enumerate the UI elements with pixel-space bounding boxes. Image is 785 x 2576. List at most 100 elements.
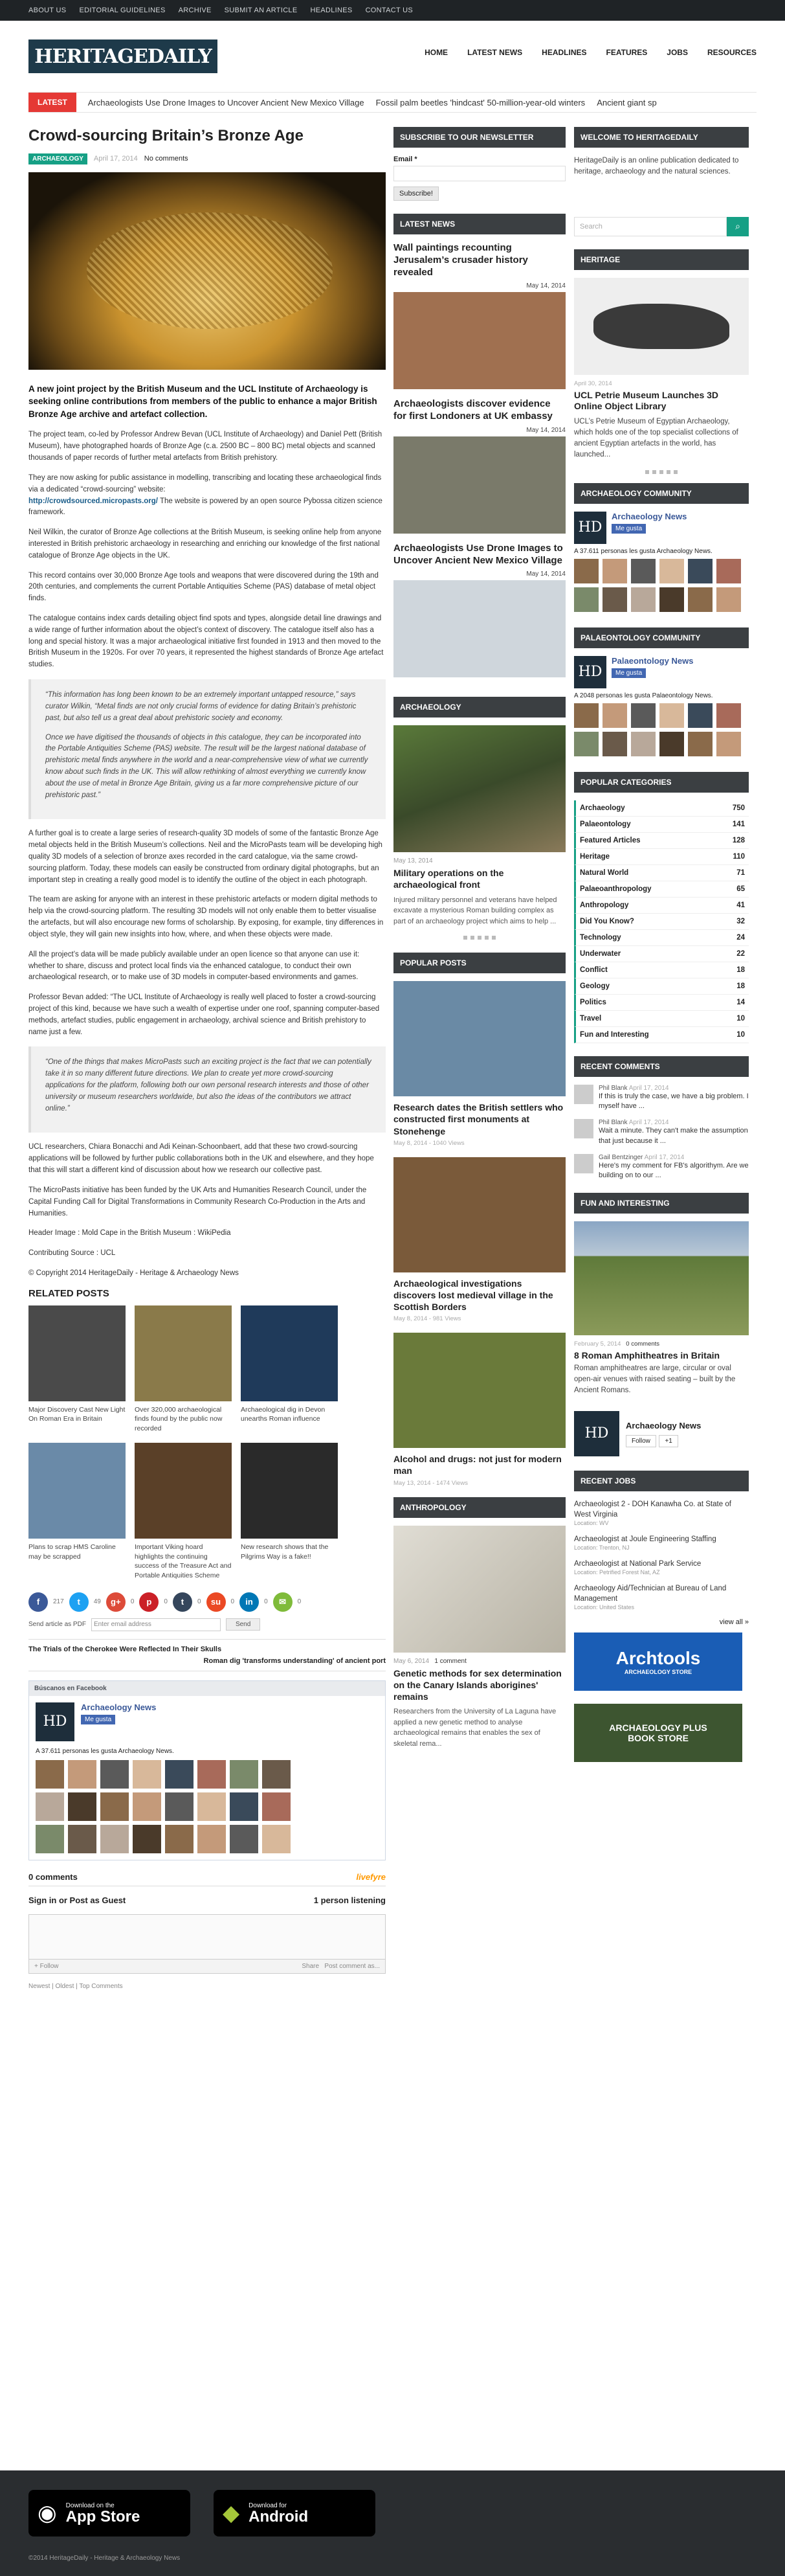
topnav-editorial[interactable]: EDITORIAL GUIDELINES: [79, 6, 165, 14]
job-item[interactable]: Archaeology Aid/Technician at Bureau of …: [574, 1583, 749, 1610]
fan-avatar[interactable]: [631, 558, 656, 583]
fan-avatar[interactable]: [230, 1824, 258, 1853]
nav-home[interactable]: HOME: [425, 48, 448, 57]
android-badge[interactable]: ◆ Download for Android: [214, 2490, 375, 2536]
fan-avatar[interactable]: [68, 1759, 96, 1789]
fan-avatar[interactable]: [68, 1792, 96, 1821]
latest-news-item[interactable]: Archaeologists discover evidence for fir…: [393, 398, 566, 534]
fan-avatar[interactable]: [603, 703, 627, 728]
category-item[interactable]: Travel 10: [574, 1010, 749, 1027]
category-item[interactable]: Politics 14: [574, 994, 749, 1011]
category-item[interactable]: Anthropology 41: [574, 897, 749, 914]
archaeology-feature[interactable]: May 13, 2014 Military operations on the …: [393, 725, 566, 927]
fan-avatar[interactable]: [230, 1759, 258, 1789]
fan-avatar[interactable]: [603, 587, 627, 612]
fan-avatar[interactable]: [68, 1824, 96, 1853]
fan-avatar[interactable]: [100, 1792, 129, 1821]
fan-avatar[interactable]: [716, 587, 741, 612]
share-5-icon[interactable]: su: [206, 1592, 226, 1612]
fan-avatar[interactable]: [133, 1759, 161, 1789]
nav-headlines[interactable]: HEADLINES: [542, 48, 586, 57]
fan-avatar[interactable]: [574, 587, 599, 612]
category-item[interactable]: Palaeontology 141: [574, 816, 749, 833]
fan-avatar[interactable]: [262, 1759, 291, 1789]
commenter-name[interactable]: Gail Bentzinger: [599, 1154, 643, 1161]
fan-avatar[interactable]: [659, 587, 684, 612]
job-item[interactable]: Archaeologist at Joule Engineering Staff…: [574, 1534, 749, 1551]
topnav-headlines[interactable]: HEADLINES: [311, 6, 353, 14]
fan-avatar[interactable]: [688, 731, 713, 756]
slider-dots[interactable]: [574, 469, 749, 474]
category-item[interactable]: Technology 24: [574, 929, 749, 946]
comment-sort[interactable]: Newest | Oldest | Top Comments: [28, 1983, 386, 1990]
fun-feature[interactable]: February 5, 2014 0 comments 8 Roman Amph…: [574, 1221, 749, 1397]
related-post[interactable]: Archaeological dig in Devon unearths Rom…: [241, 1305, 338, 1434]
latest-news-item[interactable]: Wall paintings recounting Jerusalem’s cr…: [393, 242, 566, 390]
category-item[interactable]: Did You Know? 32: [574, 913, 749, 930]
category-item[interactable]: Archaeology 750: [574, 800, 749, 817]
fan-avatar[interactable]: [100, 1759, 129, 1789]
recent-comment[interactable]: Phil Blank April 17, 2014 If this is trul…: [574, 1084, 749, 1112]
paleocomm-avatar[interactable]: HD: [574, 655, 606, 688]
jobs-view-all[interactable]: view all »: [574, 1618, 749, 1626]
category-item[interactable]: Featured Articles 128: [574, 832, 749, 849]
share-0-icon[interactable]: f: [28, 1592, 48, 1612]
related-post[interactable]: Over 320,000 archaeological finds found …: [135, 1305, 232, 1434]
archcomm-like-button[interactable]: Me gusta: [612, 523, 647, 534]
topnav-about[interactable]: ABOUT US: [28, 6, 66, 14]
latest-news-item[interactable]: Archaeologists Use Drone Images to Uncov…: [393, 543, 566, 678]
related-post[interactable]: New research shows that the Pilgrims Way…: [241, 1442, 338, 1581]
search-input[interactable]: Search: [574, 216, 727, 236]
next-post-link[interactable]: Roman dig 'transforms understanding' of …: [28, 1655, 386, 1667]
topnav-submit[interactable]: SUBMIT AN ARTICLE: [225, 6, 298, 14]
category-item[interactable]: Conflict 18: [574, 962, 749, 978]
related-post[interactable]: Major Discovery Cast New Light On Roman …: [28, 1305, 126, 1434]
fan-avatar[interactable]: [36, 1792, 64, 1821]
signin-link[interactable]: Sign in or Post as Guest: [28, 1895, 126, 1905]
comments-link[interactable]: No comments: [144, 155, 188, 163]
fb-like-button[interactable]: Me gusta: [81, 1714, 116, 1724]
nav-features[interactable]: FEATURES: [606, 48, 648, 57]
category-item[interactable]: Geology 18: [574, 978, 749, 995]
gplus-plusone-button[interactable]: +1: [659, 1435, 678, 1448]
popular-post[interactable]: Archaeological investigations discovers …: [393, 1157, 566, 1322]
comment-textarea[interactable]: [28, 1914, 386, 1960]
fan-avatar[interactable]: [574, 558, 599, 583]
fan-avatar[interactable]: [133, 1792, 161, 1821]
popular-post[interactable]: Research dates the British settlers who …: [393, 981, 566, 1147]
fan-avatar[interactable]: [688, 703, 713, 728]
fan-avatar[interactable]: [197, 1759, 226, 1789]
category-badge[interactable]: ARCHAEOLOGY: [28, 153, 87, 164]
crowdsource-link[interactable]: http://crowdsourced.micropasts.org/: [28, 497, 158, 505]
fan-avatar[interactable]: [36, 1759, 64, 1789]
fan-avatar[interactable]: [165, 1759, 193, 1789]
topnav-contact[interactable]: CONTACT US: [366, 6, 414, 14]
related-post[interactable]: Important Viking hoard highlights the co…: [135, 1442, 232, 1581]
post-comment-button[interactable]: Post comment as...: [324, 1963, 380, 1970]
job-item[interactable]: Archaeologist 2 - DOH Kanawha Co. at Sta…: [574, 1499, 749, 1526]
category-item[interactable]: Underwater 22: [574, 945, 749, 962]
fb-page-name[interactable]: Archaeology News: [81, 1702, 156, 1712]
follow-button[interactable]: + Follow: [34, 1963, 59, 1970]
share-4-icon[interactable]: t: [172, 1592, 192, 1612]
ticker-item[interactable]: Fossil palm beetles 'hindcast' 50-millio…: [376, 98, 586, 107]
search-icon[interactable]: ⌕: [727, 216, 749, 236]
job-item[interactable]: Archaeologist at National Park Service Lo…: [574, 1559, 749, 1576]
email-field[interactable]: [393, 166, 566, 181]
commenter-name[interactable]: Phil Blank: [599, 1119, 627, 1126]
subscribe-button[interactable]: Subscribe!: [393, 186, 439, 201]
gplus-follow-button[interactable]: Follow: [626, 1435, 656, 1448]
popular-post[interactable]: Alcohol and drugs: not just for modern m…: [393, 1333, 566, 1487]
category-item[interactable]: Heritage 110: [574, 848, 749, 865]
archcomm-avatar[interactable]: HD: [574, 511, 606, 544]
nav-jobs[interactable]: JOBS: [667, 48, 688, 57]
recent-comment[interactable]: Gail Bentzinger April 17, 2014 Here's my …: [574, 1154, 749, 1181]
fan-avatar[interactable]: [631, 587, 656, 612]
fan-avatar[interactable]: [133, 1824, 161, 1853]
fan-avatar[interactable]: [716, 558, 741, 583]
fan-avatar[interactable]: [165, 1824, 193, 1853]
recent-comment[interactable]: Phil Blank April 17, 2014 Wait a minute. …: [574, 1119, 749, 1146]
fan-avatar[interactable]: [659, 558, 684, 583]
fan-avatar[interactable]: [603, 558, 627, 583]
fb-page-avatar[interactable]: HD: [36, 1702, 74, 1741]
